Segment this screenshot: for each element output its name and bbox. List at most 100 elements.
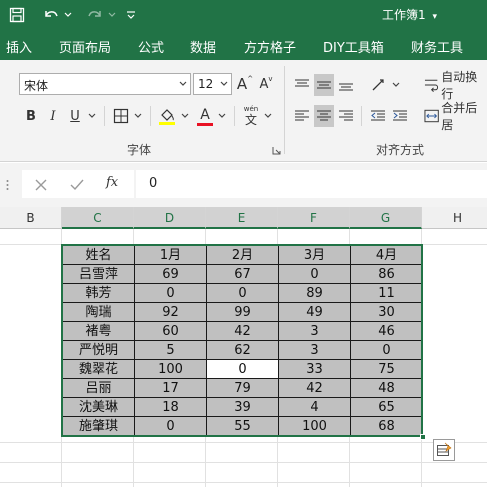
table-cell[interactable]: 68 (350, 416, 423, 436)
table-cell[interactable]: 吕丽 (62, 378, 135, 398)
bold-button[interactable]: B (22, 105, 40, 127)
table-cell[interactable]: 施肇琪 (62, 416, 135, 436)
column-header-d[interactable]: D (134, 207, 206, 229)
table-cell[interactable]: 吕雪萍 (62, 264, 135, 284)
table-cell[interactable]: 17 (134, 378, 207, 398)
orientation-button[interactable] (368, 74, 390, 96)
underline-button[interactable]: U (66, 105, 84, 127)
tab-formulas[interactable]: 公式 (138, 37, 164, 56)
save-icon[interactable] (6, 4, 28, 26)
shrink-font-button[interactable]: Av (257, 73, 275, 95)
borders-button[interactable] (110, 105, 132, 127)
dialog-launcher-icon[interactable] (272, 146, 281, 155)
decrease-indent-button[interactable] (368, 105, 388, 127)
column-header-c[interactable]: C (62, 207, 134, 229)
insert-function-button[interactable]: fx (106, 175, 118, 190)
table-cell[interactable]: 100 (278, 416, 351, 436)
table-cell[interactable]: 沈美琳 (62, 397, 135, 417)
table-cell[interactable]: 55 (206, 416, 279, 436)
table-cell[interactable]: 30 (350, 302, 423, 322)
column-header-f[interactable]: F (278, 207, 350, 229)
active-cell[interactable]: 0 (206, 359, 279, 379)
wrap-text-button[interactable]: 自动换行 (424, 70, 487, 101)
header-cell[interactable]: 4月 (350, 245, 423, 265)
undo-icon[interactable] (40, 4, 62, 26)
customize-qat-icon[interactable] (124, 4, 138, 26)
fill-color-dropdown[interactable] (179, 105, 191, 127)
table-cell[interactable]: 69 (134, 264, 207, 284)
column-header-b[interactable]: B (0, 207, 62, 229)
align-top-button[interactable] (292, 74, 312, 96)
redo-icon[interactable] (84, 4, 106, 26)
tab-insert[interactable]: 插入 (6, 37, 32, 56)
table-cell[interactable]: 100 (134, 359, 207, 379)
header-cell[interactable]: 2月 (206, 245, 279, 265)
align-left-button[interactable] (292, 105, 312, 127)
table-cell[interactable]: 0 (134, 283, 207, 303)
tab-diy-toolbox[interactable]: DIY工具箱 (323, 37, 384, 56)
table-cell[interactable]: 陶瑞 (62, 302, 135, 322)
title-dropdown-icon[interactable]: ▾ (432, 12, 437, 22)
merge-center-button[interactable]: 合并后居 (424, 101, 487, 132)
table-cell[interactable]: 49 (278, 302, 351, 322)
quick-analysis-button[interactable] (433, 439, 455, 461)
font-name-select[interactable]: 宋体 (19, 73, 191, 95)
cancel-icon[interactable] (34, 177, 48, 191)
table-cell[interactable]: 46 (350, 321, 423, 341)
fill-handle[interactable] (420, 434, 426, 440)
font-size-select[interactable]: 12 (193, 73, 232, 95)
phonetic-dropdown[interactable] (262, 105, 274, 127)
table-cell[interactable]: 11 (350, 283, 423, 303)
tab-data[interactable]: 数据 (190, 37, 216, 56)
enter-icon[interactable] (69, 177, 85, 191)
table-cell[interactable]: 99 (206, 302, 279, 322)
increase-indent-button[interactable] (390, 105, 410, 127)
phonetic-guide-button[interactable]: wén 文 (240, 104, 262, 128)
table-cell[interactable]: 5 (134, 340, 207, 360)
fill-color-button[interactable] (156, 104, 178, 128)
font-color-button[interactable]: A (195, 104, 215, 128)
drag-handle-icon[interactable] (6, 177, 9, 191)
italic-button[interactable]: I (44, 105, 62, 127)
orientation-dropdown[interactable] (390, 74, 402, 96)
table-cell[interactable]: 92 (134, 302, 207, 322)
tab-page-layout[interactable]: 页面布局 (59, 37, 111, 56)
table-cell[interactable]: 89 (278, 283, 351, 303)
table-cell[interactable]: 60 (134, 321, 207, 341)
tab-finance-tools[interactable]: 财务工具 (411, 37, 463, 56)
header-cell[interactable]: 3月 (278, 245, 351, 265)
table-cell[interactable]: 42 (206, 321, 279, 341)
redo-dropdown-icon[interactable] (106, 4, 118, 26)
table-cell[interactable]: 42 (278, 378, 351, 398)
table-cell[interactable]: 严悦明 (62, 340, 135, 360)
font-color-dropdown[interactable] (216, 105, 228, 127)
table-cell[interactable]: 4 (278, 397, 351, 417)
table-cell[interactable]: 65 (350, 397, 423, 417)
align-right-button[interactable] (336, 105, 356, 127)
table-cell[interactable]: 0 (278, 264, 351, 284)
table-cell[interactable]: 0 (350, 340, 423, 360)
table-cell[interactable]: 韩芳 (62, 283, 135, 303)
column-header-e[interactable]: E (206, 207, 278, 229)
table-cell[interactable]: 3 (278, 340, 351, 360)
column-header-h[interactable]: H (422, 207, 487, 229)
undo-dropdown-icon[interactable] (62, 4, 74, 26)
align-middle-button[interactable] (314, 74, 334, 96)
align-bottom-button[interactable] (336, 74, 356, 96)
column-header-g[interactable]: G (350, 207, 422, 229)
table-cell[interactable]: 75 (350, 359, 423, 379)
header-cell[interactable]: 姓名 (62, 245, 135, 265)
formula-input[interactable]: 0 (136, 170, 487, 198)
borders-dropdown[interactable] (132, 105, 144, 127)
tab-fangfang[interactable]: 方方格子 (244, 37, 296, 56)
table-cell[interactable]: 67 (206, 264, 279, 284)
grow-font-button[interactable]: A ^ (236, 73, 254, 95)
header-cell[interactable]: 1月 (134, 245, 207, 265)
table-cell[interactable]: 86 (350, 264, 423, 284)
table-cell[interactable]: 褚粤 (62, 321, 135, 341)
table-cell[interactable]: 79 (206, 378, 279, 398)
table-cell[interactable]: 0 (206, 283, 279, 303)
table-cell[interactable]: 3 (278, 321, 351, 341)
table-cell[interactable]: 39 (206, 397, 279, 417)
table-cell[interactable]: 48 (350, 378, 423, 398)
